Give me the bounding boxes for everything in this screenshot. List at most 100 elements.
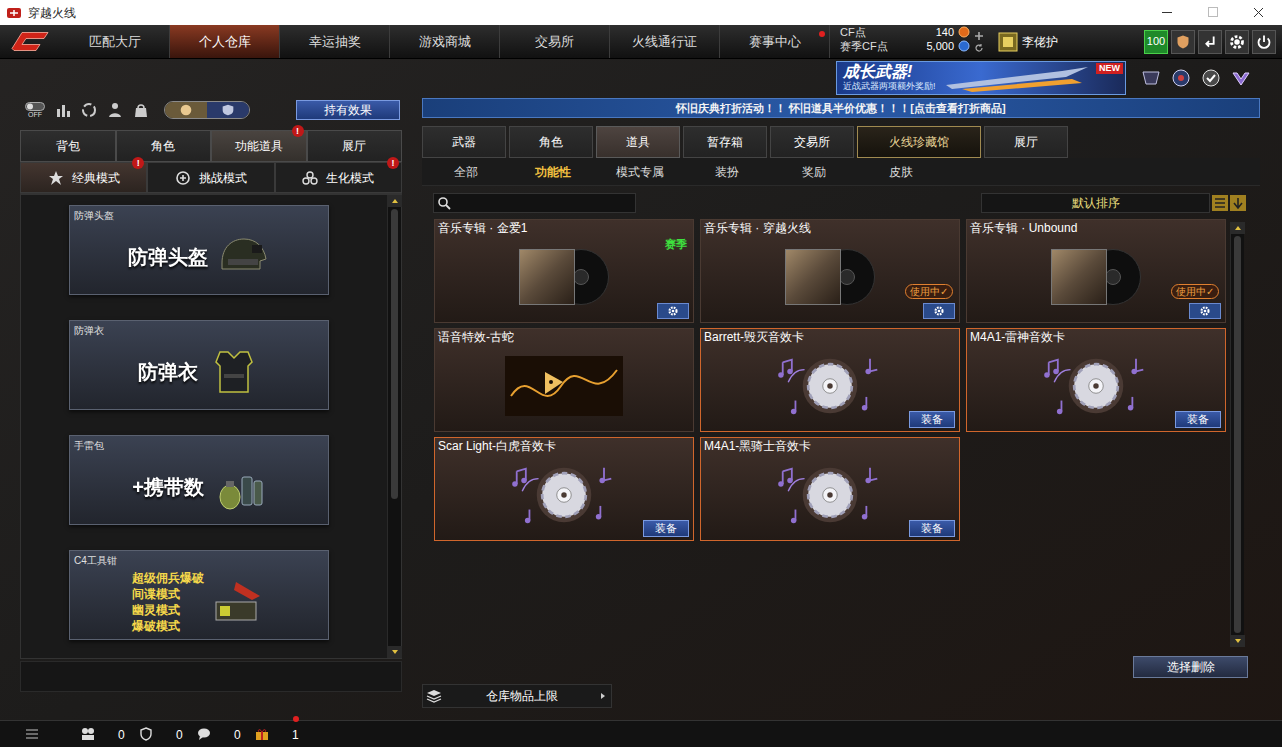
inventory-item[interactable]: Barrett-毁灭音效卡装备 — [700, 328, 960, 432]
effect-button[interactable]: 持有效果 — [296, 100, 400, 120]
equip-button[interactable]: 装备 — [909, 411, 955, 428]
expand-arrow-icon[interactable] — [598, 691, 608, 701]
mode-tab-label[interactable]: 挑战模式 — [199, 169, 247, 187]
sub-tab-label[interactable]: 装扮 — [715, 163, 739, 181]
search-input[interactable] — [452, 194, 635, 212]
nav-tab-label[interactable]: 匹配大厅 — [89, 32, 141, 52]
sub-tab-label[interactable]: 全部 — [454, 163, 478, 181]
sub-tab-label[interactable]: 功能性 — [535, 163, 571, 181]
status-item[interactable]: 1 — [254, 722, 312, 746]
right-tab[interactable]: 武器 — [422, 126, 506, 158]
clan-icon[interactable] — [138, 726, 154, 742]
inventory-item[interactable]: 音乐专辑 · 穿越火线使用中✓ — [700, 219, 960, 323]
gear-icon[interactable] — [1225, 30, 1249, 54]
capacity-label[interactable]: 仓库物品上限 — [445, 687, 598, 705]
inventory-item[interactable]: M4A1-雷神音效卡装备 — [966, 328, 1226, 432]
nav-tab-label[interactable]: 个人仓库 — [199, 32, 251, 52]
sort-dropdown[interactable]: 默认排序 — [981, 193, 1210, 213]
right-tab-label[interactable]: 交易所 — [794, 133, 830, 151]
face-icon[interactable] — [165, 102, 207, 118]
view-toggle[interactable] — [164, 101, 250, 119]
nav-tab[interactable]: 个人仓库 — [170, 25, 280, 58]
cycle-icon[interactable] — [80, 101, 98, 119]
gift-icon[interactable] — [254, 726, 270, 742]
mode-tab-label[interactable]: 生化模式 — [326, 169, 374, 187]
capacity-bar[interactable]: 仓库物品上限 — [422, 684, 612, 708]
globe-icon[interactable] — [1170, 67, 1192, 89]
person-icon[interactable] — [106, 101, 124, 119]
toggle-switch[interactable]: OFF — [24, 102, 46, 119]
right-tab[interactable]: 火线珍藏馆 — [857, 126, 981, 158]
nav-tab-label[interactable]: 游戏商城 — [419, 32, 471, 52]
status-item[interactable]: 0 — [80, 722, 138, 746]
notice-text[interactable]: 怀旧庆典打折活动！！ 怀旧道具半价优惠！！！[点击查看打折商品] — [676, 100, 1005, 117]
sub-tab-label[interactable]: 奖励 — [802, 163, 826, 181]
gear-icon[interactable] — [1189, 303, 1221, 319]
item-card[interactable]: 防弹头盔防弹头盔 — [69, 205, 329, 295]
gear-icon[interactable] — [923, 303, 955, 319]
right-tab-label[interactable]: 火线珍藏馆 — [889, 133, 949, 151]
right-tab[interactable]: 交易所 — [770, 126, 854, 158]
inventory-item[interactable]: 音乐专辑 · 金爱1赛季 — [434, 219, 694, 323]
equip-button[interactable]: 装备 — [909, 520, 955, 537]
nav-tab[interactable]: 火线通行证 — [610, 25, 720, 58]
item-card[interactable]: 手雷包+携带数 — [69, 435, 329, 525]
chat-icon[interactable] — [196, 726, 212, 742]
right-tab-label[interactable]: 展厅 — [1014, 133, 1038, 151]
status-item[interactable]: 0 — [196, 722, 254, 746]
left-tab[interactable]: 展厅 — [307, 130, 403, 162]
scroll-thumb[interactable] — [1234, 236, 1241, 633]
scroll-down-icon[interactable] — [1231, 635, 1245, 647]
wing-icon[interactable] — [1230, 67, 1252, 89]
inventory-item[interactable]: Scar Light-白虎音效卡装备 — [434, 437, 694, 541]
search-box[interactable] — [433, 193, 636, 213]
inventory-item[interactable]: 语音特效-古蛇 — [434, 328, 694, 432]
item-card[interactable]: 防弹衣防弹衣 — [69, 320, 329, 410]
close-icon[interactable] — [1236, 0, 1282, 25]
nav-tab-label[interactable]: 幸运抽奖 — [309, 32, 361, 52]
scroll-up-icon[interactable] — [1231, 222, 1245, 234]
right-tab-label[interactable]: 武器 — [452, 133, 476, 151]
mode-tab[interactable]: 挑战模式 — [147, 162, 274, 193]
minimize-icon[interactable] — [1144, 0, 1190, 25]
left-tab-label[interactable]: 背包 — [56, 137, 80, 155]
stats-icon[interactable] — [54, 101, 72, 119]
status-item[interactable]: 0 — [138, 722, 196, 746]
right-tab[interactable]: 道具 — [596, 126, 680, 158]
add-icon[interactable] — [974, 31, 984, 41]
left-tab[interactable]: 角色 — [116, 130, 212, 162]
nav-tab[interactable]: 匹配大厅 — [60, 25, 170, 58]
sub-tab[interactable]: 全部 — [422, 158, 509, 185]
toggle-icon[interactable] — [25, 102, 45, 111]
scroll-up-icon[interactable] — [388, 195, 402, 207]
sub-tab[interactable]: 装扮 — [683, 158, 770, 185]
left-tab-label[interactable]: 展厅 — [342, 137, 366, 155]
shield-icon[interactable] — [1171, 30, 1195, 54]
scroll-down-icon[interactable] — [388, 646, 402, 658]
cf-logo-icon[interactable] — [0, 25, 60, 58]
bag-icon[interactable] — [132, 101, 150, 119]
refresh-icon[interactable] — [974, 43, 984, 53]
mode-tab-label[interactable]: 经典模式 — [72, 169, 120, 187]
shield-icon[interactable] — [207, 102, 249, 118]
right-tab[interactable]: 展厅 — [984, 126, 1068, 158]
scroll-thumb[interactable] — [391, 209, 398, 499]
inventory-item[interactable]: M4A1-黑骑士音效卡装备 — [700, 437, 960, 541]
return-icon[interactable] — [1198, 30, 1222, 54]
mode-tab[interactable]: 经典模式! — [20, 162, 147, 193]
menu-icon[interactable] — [24, 726, 40, 742]
left-tab[interactable]: 功能道具! — [211, 130, 307, 162]
sort-arrow-icon[interactable] — [1230, 195, 1246, 211]
nav-tab-label[interactable]: 赛事中心 — [749, 32, 801, 52]
inventory-item[interactable]: 音乐专辑 · Unbound使用中✓ — [966, 219, 1226, 323]
left-tab-label[interactable]: 功能道具 — [235, 137, 283, 155]
mode-tab[interactable]: 生化模式! — [275, 162, 402, 193]
toggle-label[interactable]: OFF — [28, 111, 42, 119]
right-tab[interactable]: 暂存箱 — [683, 126, 767, 158]
equip-button[interactable]: 装备 — [1175, 411, 1221, 428]
left-tab[interactable]: 背包 — [20, 130, 116, 162]
right-tab-label[interactable]: 道具 — [626, 133, 650, 151]
badge-icon[interactable] — [1200, 67, 1222, 89]
sub-tab[interactable]: 功能性 — [509, 158, 596, 185]
nav-tab-label[interactable]: 火线通行证 — [632, 32, 697, 52]
